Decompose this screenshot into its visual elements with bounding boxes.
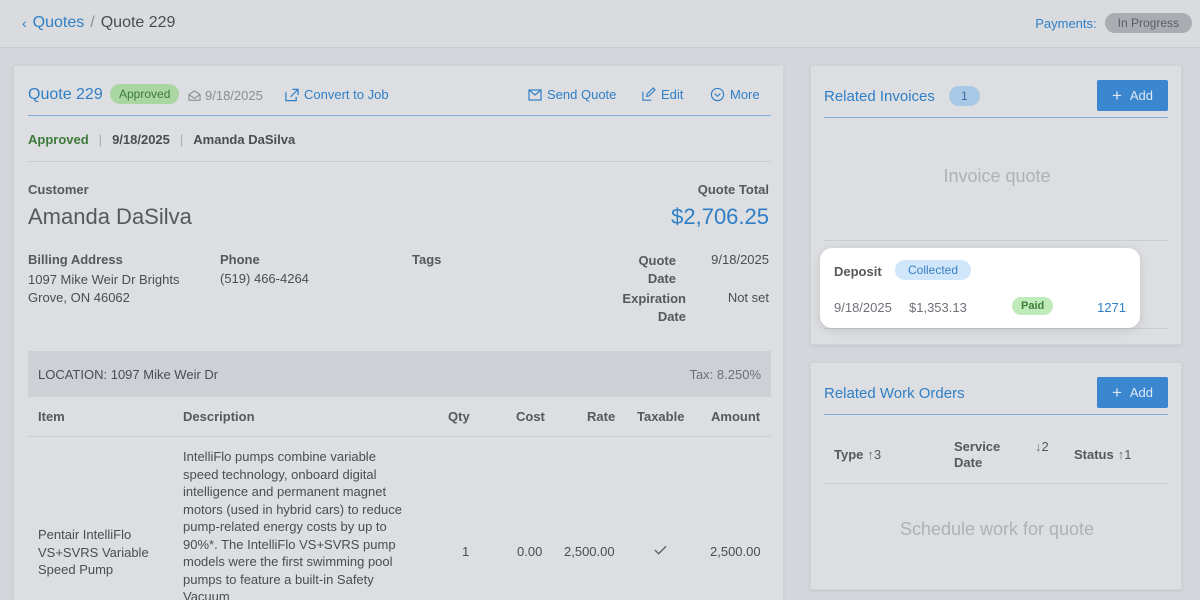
divider — [28, 436, 771, 437]
share-icon — [284, 88, 299, 102]
add-work-order-button[interactable]: + Add — [1097, 377, 1168, 408]
divider — [824, 240, 1168, 241]
row-cost: 0.00 — [517, 544, 543, 559]
quote-total-label: Quote Total — [697, 182, 769, 197]
quote-header-date: 9/18/2025 — [188, 88, 263, 103]
col-header-taxable: Taxable — [637, 409, 685, 424]
envelope-icon — [528, 88, 542, 101]
col-status-label: Status — [1074, 447, 1114, 462]
related-invoices-title: Related Invoices — [824, 88, 935, 105]
row-amount: 2,500.00 — [710, 544, 761, 559]
col-header-rate: Rate — [587, 409, 616, 424]
quote-status-person: Amanda DaSilva — [193, 132, 296, 147]
approved-badge: Approved — [110, 84, 180, 104]
collected-badge: Collected — [895, 260, 972, 280]
check-icon — [654, 545, 667, 556]
breadcrumb: ‹ Quotes / Quote 229 — [22, 14, 175, 32]
tags-label: Tags — [412, 252, 442, 267]
col-header-qty: Qty — [448, 409, 470, 424]
related-work-orders-header: Related Work Orders + Add — [824, 377, 1168, 415]
breadcrumb-quotes-link[interactable]: Quotes — [33, 14, 85, 32]
billing-address-value: 1097 Mike Weir Dr Brights Grove, ON 4606… — [28, 272, 180, 305]
row-item: Pentair IntelliFlo VS+SVRS Variable Spee… — [38, 527, 149, 577]
invoice-quote-link[interactable]: Invoice quote — [811, 166, 1183, 187]
send-quote-label: Send Quote — [547, 87, 617, 102]
col-header-status[interactable]: Status ↑1 — [1074, 447, 1131, 463]
location-bar: LOCATION: 1097 Mike Weir Dr Tax: 8.250% — [28, 351, 771, 397]
quote-card: Quote 229 Approved 9/18/2025 Convert to … — [13, 65, 784, 600]
payments-status-badge: In Progress — [1104, 13, 1192, 33]
related-work-orders-title: Related Work Orders — [824, 385, 965, 402]
row-description: IntelliFlo pumps combine variable speed … — [183, 449, 402, 600]
quote-status: Approved — [28, 132, 89, 147]
breadcrumb-current: Quote 229 — [100, 14, 176, 31]
plus-icon: + — [1111, 86, 1122, 105]
col-service-sort[interactable]: ↓2 — [1035, 439, 1049, 455]
phone-value[interactable]: (519) 466-4264 — [220, 271, 309, 286]
related-work-orders-card: Related Work Orders + Add Type ↑3 Service… — [810, 362, 1182, 590]
schedule-work-link[interactable]: Schedule work for quote — [811, 519, 1183, 540]
add-invoice-label: Add — [1129, 88, 1154, 103]
status-divider: | — [98, 132, 103, 147]
col-type-sort: 3 — [873, 447, 882, 462]
invoice-count-badge: 1 — [949, 86, 980, 106]
divider — [824, 483, 1168, 484]
expiration-date-label: Expiration Date — [622, 291, 686, 324]
col-header-service-date[interactable]: Service Date — [954, 439, 1014, 471]
quote-date-label: Quote Date — [638, 253, 676, 286]
divider — [824, 328, 1168, 329]
envelope-open-icon — [188, 89, 201, 102]
convert-to-job-button[interactable]: Convert to Job — [284, 87, 389, 102]
quote-total-value: $2,706.25 — [671, 204, 769, 229]
billing-address-label: Billing Address — [28, 252, 123, 267]
pencil-icon — [641, 87, 656, 102]
col-header-description: Description — [183, 409, 255, 424]
quote-header: Quote 229 Approved 9/18/2025 Convert to … — [28, 84, 771, 116]
paid-badge: Paid — [1012, 297, 1054, 315]
expiration-date-value: Not set — [727, 290, 769, 305]
quote-status-row: Approved | 9/18/2025 | Amanda DaSilva — [28, 132, 295, 147]
send-quote-button[interactable]: Send Quote — [528, 87, 616, 102]
invoice-number-link[interactable]: 1271 — [1097, 300, 1126, 315]
quote-title: Quote 229 — [28, 86, 103, 103]
row-qty: 1 — [462, 544, 470, 559]
col-header-amount: Amount — [711, 409, 761, 424]
col-header-cost: Cost — [516, 409, 545, 424]
col-type-label: Type — [834, 447, 864, 462]
col-service-sort-value: 2 — [1041, 439, 1049, 454]
quote-date-value: 9/18/2025 — [711, 252, 769, 267]
chevron-left-icon[interactable]: ‹ — [22, 15, 27, 31]
customer-label: Customer — [28, 182, 89, 197]
customer-name[interactable]: Amanda DaSilva — [28, 204, 192, 230]
add-work-order-label: Add — [1129, 385, 1154, 400]
more-button[interactable]: More — [710, 87, 760, 102]
chevron-down-circle-icon — [710, 87, 725, 102]
payments-status: Payments: In Progress — [1035, 13, 1192, 33]
edit-label: Edit — [661, 87, 684, 102]
deposit-label: Deposit — [834, 264, 882, 279]
status-divider: | — [179, 132, 184, 147]
deposit-row[interactable]: Deposit Collected 9/18/2025 $1,353.13 Pa… — [820, 248, 1140, 328]
deposit-amount: $1,353.13 — [909, 300, 967, 315]
top-bar: ‹ Quotes / Quote 229 Payments: In Progre… — [0, 0, 1200, 48]
col-status-sort: 1 — [1124, 447, 1132, 462]
phone-label: Phone — [220, 252, 260, 267]
related-invoices-header: Related Invoices 1 + Add — [824, 80, 1168, 118]
payments-label[interactable]: Payments: — [1035, 16, 1096, 31]
deposit-date: 9/18/2025 — [834, 300, 892, 315]
location-text: LOCATION: 1097 Mike Weir Dr — [38, 367, 219, 382]
plus-icon: + — [1111, 383, 1122, 402]
edit-button[interactable]: Edit — [641, 87, 683, 102]
row-rate: 2,500.00 — [564, 544, 615, 559]
quote-status-date: 9/18/2025 — [112, 132, 170, 147]
col-header-type[interactable]: Type ↑3 — [834, 447, 881, 463]
breadcrumb-separator: / — [90, 14, 95, 31]
col-header-item: Item — [38, 409, 65, 424]
divider — [28, 161, 771, 162]
add-invoice-button[interactable]: + Add — [1097, 80, 1168, 111]
quote-header-date-text: 9/18/2025 — [205, 88, 263, 103]
more-label: More — [730, 87, 760, 102]
tax-text: Tax: 8.250% — [689, 367, 761, 382]
convert-to-job-label: Convert to Job — [304, 87, 389, 102]
